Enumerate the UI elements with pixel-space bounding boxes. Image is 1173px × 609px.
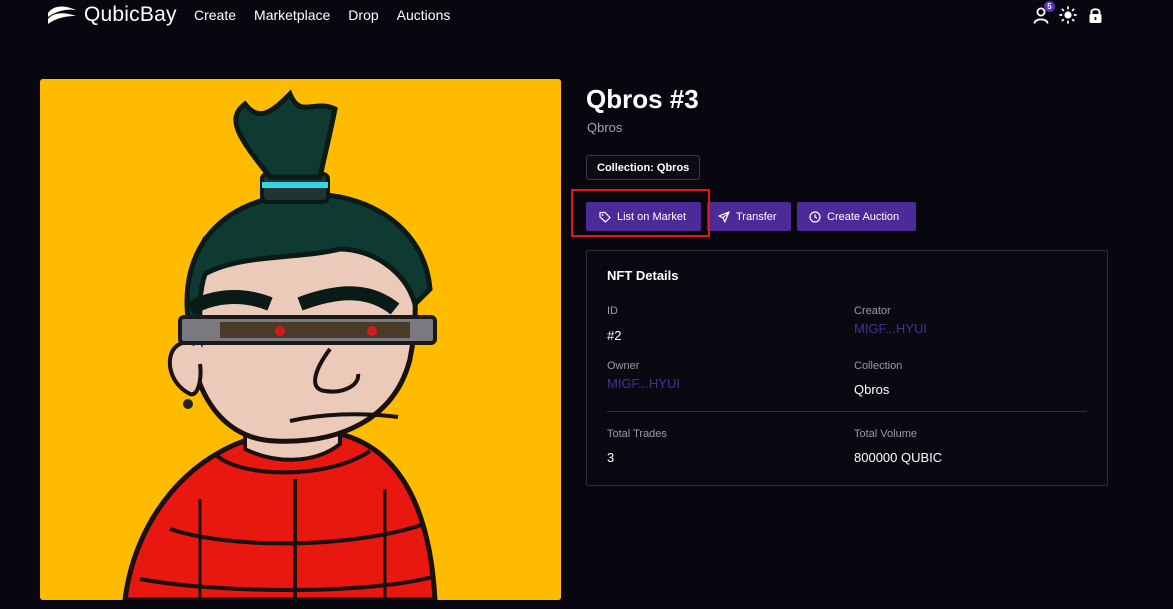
nav-link-create[interactable]: Create: [194, 7, 236, 23]
total-volume-value: 800000 QUBIC: [854, 450, 943, 465]
total-trades-label: Total Trades: [607, 428, 667, 440]
collection-value: Qbros: [854, 382, 890, 397]
details-divider: [607, 411, 1087, 412]
nav-icons: 5: [1032, 1, 1104, 25]
action-buttons: List on Market Transfer Create Auction: [586, 202, 916, 231]
qbros-character-image: [40, 79, 561, 600]
send-icon: [718, 210, 730, 223]
sun-icon[interactable]: [1059, 5, 1077, 25]
brand-name: QubicBay: [84, 3, 177, 26]
owner-label: Owner: [607, 360, 640, 372]
list-on-market-label: List on Market: [617, 210, 687, 223]
create-auction-button[interactable]: Create Auction: [797, 202, 916, 231]
nav-links: Create Marketplace Drop Auctions: [194, 7, 450, 23]
create-auction-label: Create Auction: [827, 210, 900, 223]
total-volume-label: Total Volume: [854, 428, 917, 440]
wave-logo-icon: [48, 6, 76, 24]
brand-logo[interactable]: QubicBay: [46, 3, 177, 27]
nft-details-heading: NFT Details: [607, 268, 679, 283]
transfer-label: Transfer: [736, 210, 777, 223]
owner-link[interactable]: MIGF...HYUI: [607, 376, 680, 391]
collection-label: Collection: [854, 360, 903, 372]
total-trades-value: 3: [607, 450, 615, 465]
nft-subtitle: Qbros: [587, 120, 623, 135]
transfer-button[interactable]: Transfer: [707, 202, 791, 231]
clock-icon: [809, 210, 821, 223]
notification-badge: 5: [1044, 1, 1055, 12]
id-label: ID: [607, 305, 618, 317]
tag-icon: [599, 211, 611, 223]
nft-details-panel: NFT Details ID #2 Creator MIGF...HYUI Ow…: [586, 250, 1108, 486]
nav-link-marketplace[interactable]: Marketplace: [254, 7, 330, 23]
lock-icon[interactable]: [1086, 5, 1104, 25]
nft-artwork: [40, 79, 561, 600]
nav-link-drop[interactable]: Drop: [348, 7, 378, 23]
creator-label: Creator: [854, 305, 891, 317]
id-value: #2: [607, 328, 622, 343]
list-on-market-button[interactable]: List on Market: [586, 202, 701, 231]
nav-link-auctions[interactable]: Auctions: [397, 7, 451, 23]
nft-title: Qbros #3: [586, 84, 699, 114]
top-nav: QubicBay Create Marketplace Drop Auction…: [0, 0, 1173, 30]
creator-link[interactable]: MIGF...HYUI: [854, 321, 927, 336]
user-icon[interactable]: 5: [1032, 1, 1055, 25]
collection-tag[interactable]: Collection: Qbros: [586, 155, 701, 180]
